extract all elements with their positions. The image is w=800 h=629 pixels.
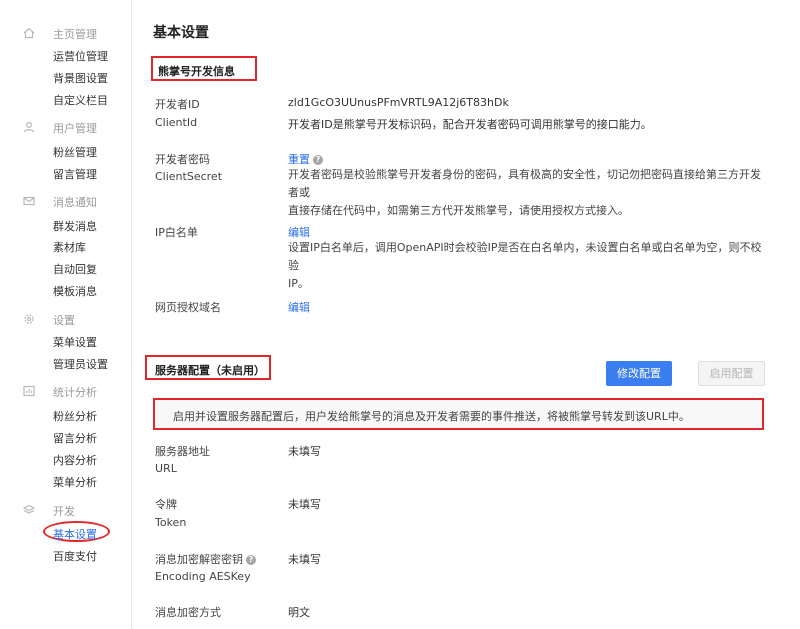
reset-secret-link[interactable]: 重置 [288, 153, 310, 166]
server-url-label-en: URL [155, 462, 177, 475]
sidebar-group-home: 主页管理 [0, 24, 132, 42]
sidebar-group-user: 用户管理 [0, 118, 132, 136]
aeskey-label: 消息加密解密密钥? [155, 551, 256, 567]
sidebar-group-title: 用户管理 [53, 122, 97, 135]
aeskey-label-text: 消息加密解密密钥 [155, 553, 243, 566]
server-url-value: 未填写 [288, 445, 321, 458]
token-label-en: Token [155, 516, 187, 529]
server-config-notice: 启用并设置服务器配置后，用户发给熊掌号的消息及开发者需要的事件推送，将被熊掌号转… [153, 398, 764, 430]
sidebar-item-background[interactable]: 背景图设置 [53, 70, 108, 86]
ip-whitelist-label: IP白名单 [155, 226, 198, 239]
enable-config-button[interactable]: 启用配置 [698, 361, 765, 386]
sidebar-group-title: 统计分析 [53, 386, 97, 399]
sidebar-item-auto-reply[interactable]: 自动回复 [53, 261, 97, 277]
client-secret-label-en: ClientSecret [155, 170, 223, 183]
sidebar-group-stats: 统计分析 [0, 382, 132, 400]
token-value: 未填写 [288, 498, 321, 511]
sidebar-group-message: 消息通知 [0, 192, 132, 210]
home-icon [23, 27, 35, 39]
sidebar-item-broadcast[interactable]: 群发消息 [53, 218, 97, 234]
encrypt-mode-label: 消息加密方式 [155, 606, 221, 619]
sidebar-item-comment-analysis[interactable]: 留言分析 [53, 430, 97, 446]
layers-icon [23, 504, 35, 514]
ip-whitelist-desc-line: IP。 [288, 277, 309, 290]
sidebar-item-admin-settings[interactable]: 管理员设置 [53, 356, 108, 372]
mail-icon [23, 196, 35, 206]
help-icon[interactable]: ? [246, 555, 256, 565]
sidebar-item-fans-analysis[interactable]: 粉丝分析 [53, 408, 97, 424]
client-id-label-en: ClientId [155, 116, 198, 129]
sidebar-group-title: 主页管理 [53, 28, 97, 41]
sidebar-item-content-analysis[interactable]: 内容分析 [53, 452, 97, 468]
sidebar-item-custom-column[interactable]: 自定义栏目 [53, 92, 108, 108]
sidebar-item-menu-settings[interactable]: 菜单设置 [53, 334, 97, 350]
page-title: 基本设置 [153, 25, 209, 41]
client-secret-desc: 开发者密码是校验熊掌号开发者身份的密码，具有极高的安全性，切记勿把密码直接给第三… [288, 166, 768, 220]
client-secret-actions: 重置? [288, 151, 323, 167]
aeskey-label-en: Encoding AESKey [155, 570, 251, 583]
sidebar-item-ops[interactable]: 运营位管理 [53, 48, 108, 64]
token-label: 令牌 [155, 498, 177, 511]
sidebar-group-settings: 设置 [0, 310, 132, 328]
client-secret-desc-line: 直接存储在代码中，如需第三方代开发熊掌号，请使用授权方式接入。 [288, 204, 629, 217]
sidebar-group-title: 消息通知 [53, 196, 97, 209]
notice-text: 启用并设置服务器配置后，用户发给熊掌号的消息及开发者需要的事件推送，将被熊掌号转… [173, 410, 690, 423]
client-secret-label: 开发者密码 [155, 153, 210, 166]
main-content: 基本设置 熊掌号开发信息 开发者ID zld1GcO3UUnusPFmVRTL9… [133, 0, 800, 629]
aeskey-value: 未填写 [288, 553, 321, 566]
sidebar-group-title: 开发 [53, 505, 75, 518]
ip-whitelist-desc-line: 设置IP白名单后，调用OpenAPI时会校验IP是否在白名单内，未设置白名单或白… [288, 241, 762, 272]
user-icon [23, 121, 35, 133]
server-url-label: 服务器地址 [155, 445, 210, 458]
sidebar-item-baidu-pay[interactable]: 百度支付 [53, 548, 97, 564]
sidebar: 主页管理 运营位管理 背景图设置 自定义栏目 用户管理 粉丝管理 留言管理 消息… [0, 0, 132, 629]
server-section-title: 服务器配置（未启用） [155, 364, 265, 377]
client-id-label: 开发者ID [155, 98, 200, 111]
client-id-value: zld1GcO3UUnusPFmVRTL9A12j6T83hDk [288, 96, 509, 109]
sidebar-item-menu-analysis[interactable]: 菜单分析 [53, 474, 97, 490]
sidebar-group-title: 设置 [53, 314, 75, 327]
dev-section-title: 熊掌号开发信息 [158, 65, 235, 78]
sidebar-item-comments[interactable]: 留言管理 [53, 166, 97, 182]
gear-icon [24, 314, 34, 324]
modify-config-button[interactable]: 修改配置 [606, 361, 672, 386]
client-id-desc: 开发者ID是熊掌号开发标识码，配合开发者密码可调用熊掌号的接口能力。 [288, 118, 652, 131]
sidebar-item-basic-settings[interactable]: 基本设置 [53, 526, 97, 542]
sidebar-item-fans[interactable]: 粉丝管理 [53, 144, 97, 160]
ip-whitelist-desc: 设置IP白名单后，调用OpenAPI时会校验IP是否在白名单内，未设置白名单或白… [288, 239, 768, 293]
web-auth-domain-edit-link[interactable]: 编辑 [288, 299, 310, 315]
encrypt-mode-value: 明文 [288, 606, 310, 619]
help-icon[interactable]: ? [313, 155, 323, 165]
sidebar-item-template[interactable]: 模板消息 [53, 283, 97, 299]
client-secret-desc-line: 开发者密码是校验熊掌号开发者身份的密码，具有极高的安全性，切记勿把密码直接给第三… [288, 168, 761, 199]
chart-icon [23, 385, 35, 397]
ip-whitelist-edit-link[interactable]: 编辑 [288, 224, 310, 240]
web-auth-domain-label: 网页授权域名 [155, 301, 221, 314]
sidebar-group-dev: 开发 [0, 501, 132, 519]
sidebar-item-library[interactable]: 素材库 [53, 239, 86, 255]
